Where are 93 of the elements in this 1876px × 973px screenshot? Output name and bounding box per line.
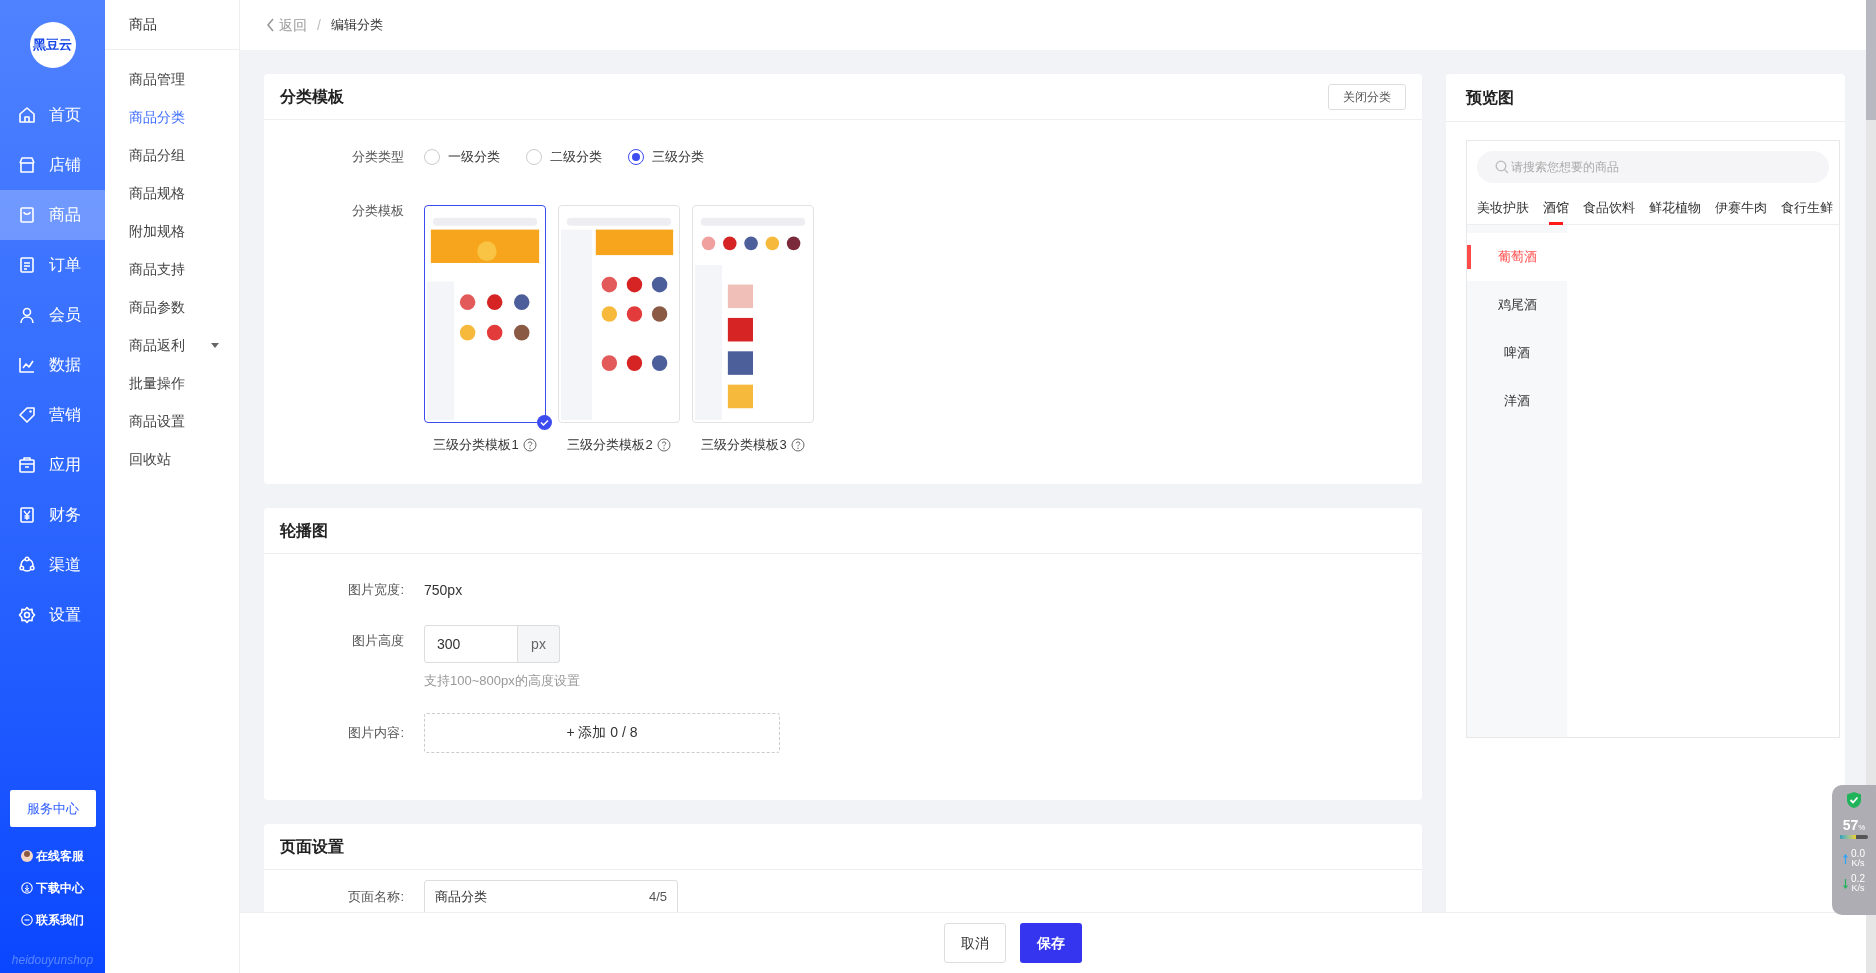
breadcrumb-separator: / [317,15,321,35]
avatar-icon [21,850,33,862]
breadcrumb-current: 编辑分类 [330,16,383,35]
subcategory-item[interactable]: 啤酒 [1467,329,1567,377]
cpu-meter [1840,835,1868,839]
subcategory-item[interactable]: 鸡尾酒 [1467,281,1567,329]
submenu-item[interactable]: 商品设置 [105,402,239,440]
nav-item[interactable]: 财务 [0,490,105,540]
sidebar-link[interactable]: 联系我们 [21,911,84,929]
box-icon [18,456,36,474]
hint-text: 支持100~800px的高度设置 [424,672,580,690]
line-chart-icon [18,356,36,374]
field-label: 图片高度 [351,632,405,650]
category-tab[interactable]: 食品饮料 [1583,193,1635,223]
card-title: 分类模板 [280,86,344,107]
help-icon[interactable] [790,437,805,452]
category-tab[interactable]: 美妆护肤 [1477,193,1529,223]
field-label: 图片宽度: [347,581,405,600]
template-label: 三级分类模板3 [701,436,787,454]
submenu-item[interactable]: 商品支持 [105,250,239,288]
service-center-button[interactable]: 服务中心 [9,790,96,827]
category-tab[interactable]: 食行生鲜 [1781,193,1833,223]
download-icon [21,882,33,894]
radio-option[interactable]: 三级分类 [628,147,704,167]
tag-icon [18,406,36,424]
submenu-item[interactable]: 回收站 [105,440,239,478]
check-badge-icon [537,415,552,430]
field-label: 分类类型 [351,148,405,167]
document-icon [18,256,36,274]
radio-option[interactable]: 一级分类 [424,147,500,167]
nav-item[interactable]: 首页 [0,90,105,140]
nav-item[interactable]: 营销 [0,390,105,440]
nav-item[interactable]: 设置 [0,590,105,640]
nav-item[interactable]: 渠道 [0,540,105,590]
nav-item[interactable]: 会员 [0,290,105,340]
help-icon[interactable] [656,437,671,452]
upload-speed: 0.0 [1851,849,1865,859]
cpu-percent: 57 [1842,818,1859,832]
submenu-item[interactable]: 商品分组 [105,136,239,174]
brand-text: heidouyunshop [11,952,94,969]
nav-item[interactable]: 数据 [0,340,105,390]
speed-unit: K/s [1851,884,1865,893]
category-tab[interactable]: 酒馆 [1543,193,1569,223]
submenu-item[interactable]: 批量操作 [105,364,239,402]
network-icon [18,556,36,574]
person-icon [18,306,36,324]
house-icon [18,106,36,124]
shield-check-icon [1846,791,1862,809]
download-speed: 0.2 [1851,874,1865,884]
help-icon[interactable] [522,437,537,452]
cancel-button[interactable]: 取消 [944,923,1006,963]
bag-icon [18,206,36,224]
section-title: 商品 [129,15,157,34]
field-label: 页面名称: [347,888,405,907]
add-image-button[interactable]: + 添加 0 / 8 [424,712,780,753]
submenu-item[interactable]: 商品规格 [105,174,239,212]
percent-unit: % [1858,824,1866,832]
save-button[interactable]: 保存 [1020,923,1082,963]
nav-item[interactable]: 店铺 [0,140,105,190]
submenu-item[interactable]: 商品参数 [105,288,239,326]
submenu-item[interactable]: 商品管理 [105,60,239,98]
upload-arrow-icon [1843,853,1849,864]
settings-icon [18,606,36,624]
card-title: 页面设置 [280,836,344,857]
storefront-icon [18,156,36,174]
character-count: 4/5 [648,888,667,907]
sidebar-link[interactable]: 在线客服 [21,847,84,865]
height-input[interactable]: 300 [424,625,518,663]
nav-item[interactable]: 应用 [0,440,105,490]
submenu-item[interactable]: 附加规格 [105,212,239,250]
field-value: 750px [424,580,463,600]
logo: 黑豆云 [29,22,76,68]
sidebar-link[interactable]: 下载中心 [21,879,84,897]
field-label: 分类模板 [351,202,405,220]
yen-icon [18,506,36,524]
search-icon [1495,160,1509,174]
submenu-item[interactable]: 商品返利 [105,326,239,364]
template-label: 三级分类模板2 [567,436,653,454]
field-label: 图片内容: [347,723,405,742]
category-tab[interactable]: 伊赛牛肉 [1715,193,1767,223]
category-tab[interactable]: 鲜花植物 [1649,193,1701,223]
download-arrow-icon [1843,878,1849,889]
subcategory-item[interactable]: 洋酒 [1467,377,1567,425]
close-category-button[interactable]: 关闭分类 [1328,83,1406,110]
radio-option[interactable]: 二级分类 [526,147,602,167]
template-label: 三级分类模板1 [433,436,519,454]
speed-unit: K/s [1851,859,1865,868]
chevron-left-icon [266,18,275,32]
unit-addon: px [518,625,560,663]
card-title: 轮播图 [280,520,328,541]
submenu-item[interactable]: 商品分类 [105,98,239,136]
nav-item[interactable]: 订单 [0,240,105,290]
card-title: 预览图 [1466,87,1514,108]
